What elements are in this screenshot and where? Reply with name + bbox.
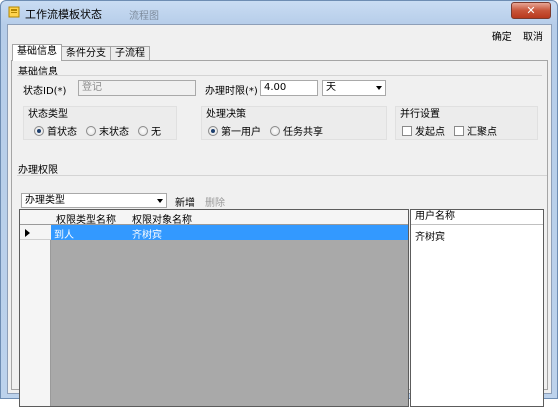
radio-icon (270, 125, 280, 136)
decision-group: 处理决策 第一用户 任务共享 (201, 106, 387, 140)
checkbox-start-point[interactable]: 发起点 (402, 123, 445, 138)
tab-sub-process[interactable]: 子流程 (110, 46, 150, 61)
tab-condition-branch[interactable]: 条件分支 (61, 46, 111, 61)
chevron-down-icon (376, 86, 382, 90)
checkbox-icon (454, 125, 464, 136)
radio-last-state[interactable]: 末状态 (86, 123, 129, 138)
checkbox-icon (402, 125, 412, 136)
state-type-title: 状态类型 (28, 109, 68, 120)
delete-button[interactable]: 删除 (205, 194, 225, 209)
title-bar[interactable]: 工作流模板状态 流程图 ✕ (1, 1, 557, 23)
permission-grid[interactable]: 权限类型名称 权限对象名称 到人 齐树宾 (19, 209, 409, 407)
radio-first-state[interactable]: 首状态 (34, 123, 77, 138)
radio-icon (138, 125, 148, 136)
dialog-client: 确定 取消 基础信息 条件分支 子流程 基础信息 状态ID(*) 登记 办理时限(*… (7, 24, 552, 407)
tab-basic-info[interactable]: 基础信息 (12, 44, 62, 61)
cancel-button[interactable]: 取消 (523, 32, 543, 43)
tab-strip: 基础信息 条件分支 子流程 (12, 44, 150, 61)
radio-none-state-label: 无 (151, 127, 161, 138)
permission-type-select[interactable]: 办理类型 (21, 193, 167, 208)
current-row-arrow-icon (25, 229, 30, 237)
radio-first-user[interactable]: 第一用户 (208, 123, 261, 138)
checkbox-start-point-label: 发起点 (415, 127, 445, 138)
time-limit-label: 办理时限(*) (205, 86, 258, 97)
permission-group-title: 办理权限 (18, 165, 58, 176)
permission-group: 办理类型 新增 删除 权限类型名称 权限对象名称 到人 齐树宾 用户名称 齐树宾 (17, 175, 547, 407)
user-list[interactable]: 用户名称 齐树宾 (410, 209, 544, 407)
app-icon (8, 6, 20, 18)
column-header-object-name[interactable]: 权限对象名称 (132, 211, 192, 226)
radio-first-user-label: 第一用户 (221, 127, 261, 138)
grid-header: 权限类型名称 权限对象名称 (20, 210, 408, 226)
permission-toolbar: 办理类型 新增 删除 (19, 192, 544, 209)
radio-selected-icon (34, 125, 44, 136)
state-id-field[interactable]: 登记 (78, 80, 196, 96)
state-id-label: 状态ID(*) (23, 86, 67, 97)
time-limit-field[interactable]: 4.00 (260, 80, 318, 96)
parallel-group: 并行设置 发起点 汇聚点 (395, 106, 538, 140)
user-column-header: 用户名称 (411, 210, 543, 225)
radio-task-share[interactable]: 任务共享 (270, 123, 323, 138)
checkbox-merge-point[interactable]: 汇聚点 (454, 123, 497, 138)
column-header-type-name[interactable]: 权限类型名称 (56, 211, 116, 226)
radio-task-share-label: 任务共享 (283, 127, 323, 138)
table-row[interactable]: 到人 齐树宾 (51, 225, 408, 241)
list-item[interactable]: 齐树宾 (415, 228, 445, 243)
add-button[interactable]: 新增 (175, 194, 195, 209)
time-unit-value: 天 (326, 82, 336, 93)
title-ghost-text: 流程图 (129, 11, 159, 22)
tab-panel-basic-info: 基础信息 状态ID(*) 登记 办理时限(*) 4.00 天 状态类型 首状态 (11, 60, 548, 407)
close-icon: ✕ (526, 4, 536, 17)
chevron-down-icon (157, 199, 163, 203)
window-title: 工作流模板状态 (25, 8, 102, 21)
cell-object-name: 齐树宾 (132, 230, 162, 241)
top-actions: 确定 取消 (484, 28, 543, 43)
radio-first-state-label: 首状态 (47, 127, 77, 138)
parallel-title: 并行设置 (400, 109, 440, 120)
basic-info-group: 状态ID(*) 登记 办理时限(*) 4.00 天 状态类型 首状态 末状态 无… (17, 75, 542, 167)
radio-last-state-label: 末状态 (99, 127, 129, 138)
decision-title: 处理决策 (206, 109, 246, 120)
dialog-window: 工作流模板状态 流程图 ✕ 确定 取消 基础信息 条件分支 子流程 基础信息 状态I… (0, 0, 558, 407)
checkbox-merge-point-label: 汇聚点 (467, 127, 497, 138)
cell-type-name: 到人 (54, 230, 74, 241)
close-button[interactable]: ✕ (511, 2, 551, 19)
radio-selected-icon (208, 125, 218, 136)
confirm-button[interactable]: 确定 (492, 32, 512, 43)
radio-none-state[interactable]: 无 (138, 123, 161, 138)
state-type-group: 状态类型 首状态 末状态 无 (23, 106, 177, 140)
radio-icon (86, 125, 96, 136)
time-unit-select[interactable]: 天 (322, 80, 386, 96)
permission-type-value: 办理类型 (25, 195, 65, 206)
